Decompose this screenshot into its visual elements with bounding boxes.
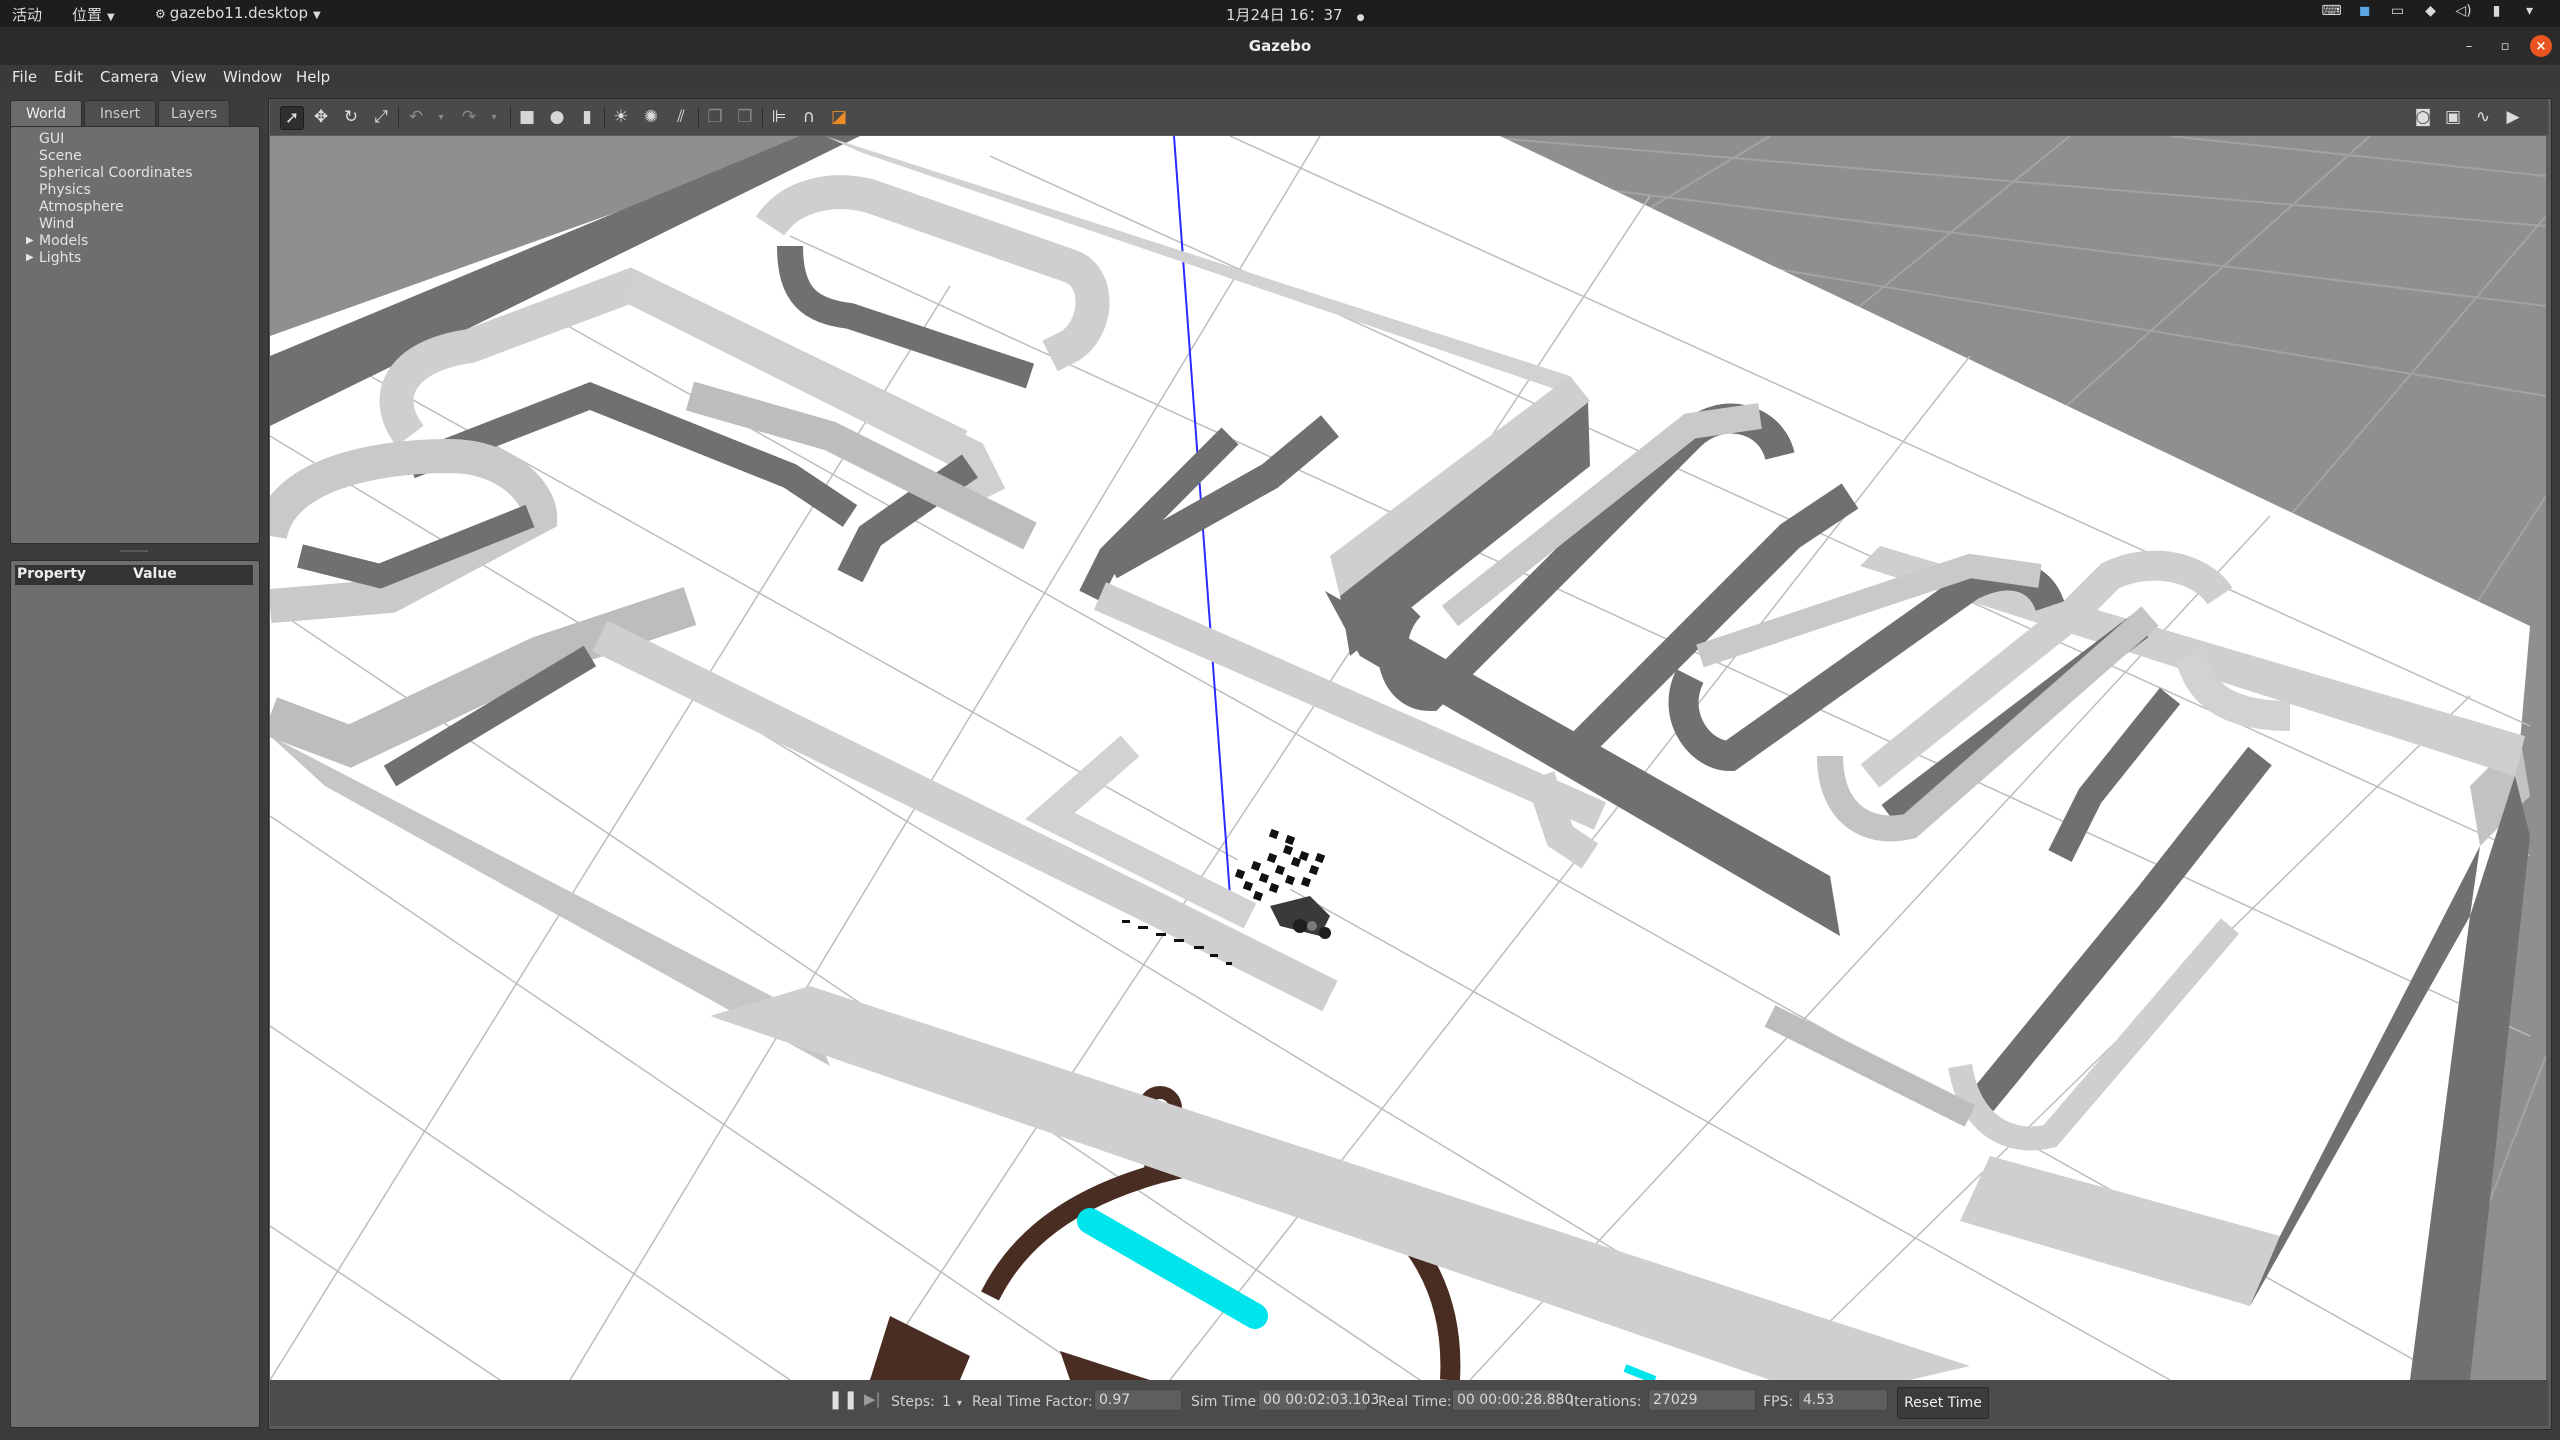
fps-label: FPS: [1763, 1394, 1794, 1410]
select-mode-icon[interactable]: ➚ [280, 106, 304, 130]
toolbar-separator [762, 107, 763, 127]
wifi-icon[interactable]: ◆ [2414, 3, 2447, 19]
toolbar-separator [398, 107, 399, 127]
rotate-mode-icon[interactable]: ↻ [340, 106, 362, 128]
tree-item-lights[interactable]: ▶ Lights [26, 250, 81, 266]
keyboard-icon[interactable]: ⌨ [2315, 3, 2348, 19]
power-menu-icon[interactable]: ▾ [2513, 3, 2546, 19]
menu-edit[interactable]: Edit [54, 68, 83, 86]
volume-icon[interactable]: ◁) [2447, 3, 2480, 19]
menu-bar: File Edit Camera View Window Help [0, 65, 2560, 89]
translate-mode-icon[interactable]: ✥ [310, 106, 332, 128]
change-view-icon[interactable]: ◪ [828, 106, 850, 128]
tab-layers[interactable]: Layers [158, 100, 230, 127]
record-video-icon[interactable]: ▶ [2502, 106, 2524, 128]
menu-camera[interactable]: Camera [100, 68, 159, 86]
steps-label: Steps: [891, 1394, 935, 1410]
sphere-shape-icon[interactable]: ● [546, 106, 568, 128]
tab-insert[interactable]: Insert [84, 100, 156, 127]
copy-icon[interactable]: ❐ [704, 106, 726, 128]
minimize-icon[interactable]: – [2458, 35, 2480, 57]
chevron-down-icon: ▼ [107, 12, 115, 23]
toolbar-separator [698, 107, 699, 127]
system-tray: ⌨ ◼ ▭ ◆ ◁) ▮ ▾ [2315, 3, 2546, 19]
scene-3d-view[interactable] [270, 136, 2546, 1380]
spot-light-icon[interactable]: ✺ [640, 106, 662, 128]
fps-value: 4.53 [1798, 1389, 1888, 1411]
redo-icon[interactable]: ↷ [458, 106, 480, 128]
places-menu[interactable]: 位置 ▼ [72, 4, 115, 25]
real-time-value: 00 00:00:28.880 [1452, 1389, 1573, 1411]
battery-icon[interactable]: ▮ [2480, 3, 2513, 19]
menu-file[interactable]: File [12, 68, 37, 86]
tree-item-spherical-coordinates[interactable]: Spherical Coordinates [39, 165, 193, 181]
chevron-down-icon: ▼ [312, 10, 321, 21]
rtf-value: 0.97 [1094, 1389, 1182, 1411]
expand-arrow-icon[interactable]: ▶ [26, 252, 34, 263]
iterations-value: 27029 [1648, 1389, 1756, 1411]
close-icon[interactable]: × [2530, 35, 2552, 57]
app-menu[interactable]: ⚙ gazebo11.desktop ▼ [155, 4, 321, 22]
value-column-header: Value [133, 566, 177, 582]
expand-arrow-icon[interactable]: ▶ [26, 235, 34, 246]
tree-item-models[interactable]: ▶ Models [26, 233, 88, 249]
scale-mode-icon[interactable]: ⤢ [370, 106, 392, 128]
tree-item-atmosphere[interactable]: Atmosphere [39, 199, 124, 215]
log-icon[interactable]: ▣ [2442, 106, 2464, 128]
reset-time-button[interactable]: Reset Time [1897, 1387, 1989, 1419]
window-title: Gazebo [1248, 37, 1312, 55]
window-titlebar[interactable]: Gazebo – ▫ × [0, 27, 2560, 65]
tree-item-gui[interactable]: GUI [39, 131, 64, 147]
window-controls: – ▫ × [2458, 35, 2552, 57]
directional-light-icon[interactable]: ⫽ [670, 106, 692, 128]
property-panel: Property Value [10, 560, 260, 1428]
system-top-bar: 活动 位置 ▼ ⚙ gazebo11.desktop ▼ 1月24日 16：37 ● ⌨… [0, 0, 2560, 27]
cylinder-shape-icon[interactable]: ▮ [576, 106, 598, 128]
sim-time-label: Sim Time: [1191, 1394, 1261, 1410]
tab-world[interactable]: World [10, 100, 82, 127]
align-icon[interactable]: ⊫ [768, 106, 790, 128]
snap-icon[interactable]: ∩ [798, 106, 820, 128]
tree-item-scene[interactable]: Scene [39, 148, 82, 164]
tree-item-physics[interactable]: Physics [39, 182, 91, 198]
point-light-icon[interactable]: ☀ [610, 106, 632, 128]
display-icon[interactable]: ▭ [2381, 3, 2414, 19]
steps-value[interactable]: 1 ▾ [942, 1394, 962, 1410]
notification-dot-icon: ● [1356, 13, 1365, 23]
sim-time-value: 00 00:02:03.103 [1258, 1389, 1379, 1411]
clock[interactable]: 1月24日 16：37 ● [1226, 4, 1364, 25]
property-column-header: Property [17, 566, 87, 582]
world-tree: GUI Scene Spherical Coordinates Physics … [10, 126, 260, 544]
property-table-header: Property Value [15, 565, 253, 585]
iterations-label: Iterations: [1570, 1394, 1642, 1410]
menu-view[interactable]: View [171, 68, 207, 86]
menu-help[interactable]: Help [296, 68, 330, 86]
menu-window[interactable]: Window [223, 68, 282, 86]
pause-icon[interactable]: ❚❚ [828, 1389, 858, 1410]
chevron-down-icon: ▾ [956, 1398, 962, 1409]
scene-toolbar: ➚ ✥ ↻ ⤢ ↶ ▾ ↷ ▾ ■ ● ▮ ☀ ✺ ⫽ ❐ ❒ ⊫ ∩ ◪ ◙ … [270, 99, 2548, 135]
box-shape-icon[interactable]: ■ [516, 106, 538, 128]
rtf-label: Real Time Factor: [972, 1394, 1093, 1410]
undo-history-dropdown-icon[interactable]: ▾ [430, 106, 452, 128]
tree-item-wind[interactable]: Wind [39, 216, 74, 232]
left-panel: World Insert Layers GUI Scene Spherical … [10, 98, 260, 1428]
plot-icon[interactable]: ∿ [2472, 106, 2494, 128]
undo-icon[interactable]: ↶ [405, 106, 427, 128]
activities-button[interactable]: 活动 [12, 4, 42, 25]
real-time-label: Real Time: [1378, 1394, 1452, 1410]
paste-icon[interactable]: ❒ [734, 106, 756, 128]
toolbar-separator [510, 107, 511, 127]
app-indicator-icon[interactable]: ◼ [2348, 3, 2381, 19]
screenshot-icon[interactable]: ◙ [2412, 106, 2434, 128]
toolbar-separator [604, 107, 605, 127]
splitter-handle[interactable] [120, 550, 148, 552]
simulation-status-bar: ❚❚ ▶| Steps: 1 ▾ Real Time Factor: 0.97 S… [270, 1380, 2548, 1426]
app-icon: ⚙ [155, 7, 166, 21]
redo-history-dropdown-icon[interactable]: ▾ [483, 106, 505, 128]
maximize-icon[interactable]: ▫ [2494, 35, 2516, 57]
step-icon[interactable]: ▶| [864, 1390, 881, 1408]
